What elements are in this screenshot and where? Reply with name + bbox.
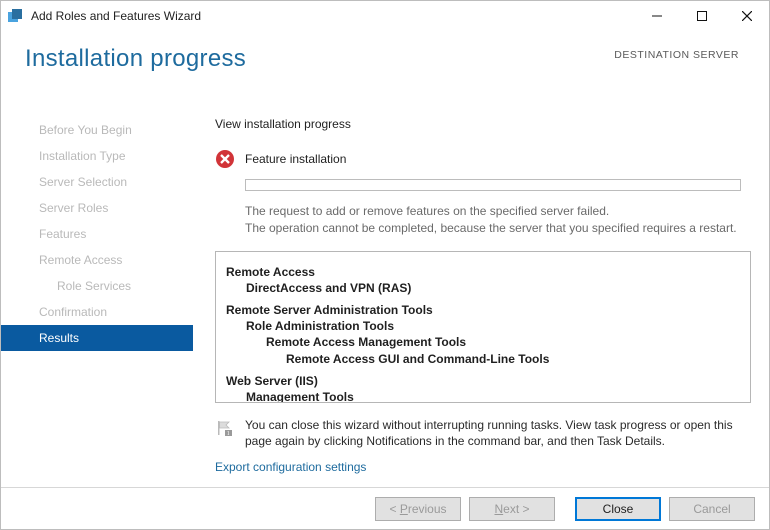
hint-text: You can close this wizard without interr…: [245, 417, 745, 451]
svg-text:1: 1: [227, 431, 230, 437]
body: Before You BeginInstallation TypeServer …: [1, 99, 769, 487]
close-window-button[interactable]: [724, 1, 769, 31]
wizard-step-confirmation: Confirmation: [1, 299, 193, 325]
app-icon: [7, 8, 23, 24]
next-button: Next >: [469, 497, 555, 521]
wizard-step-server-selection: Server Selection: [1, 169, 193, 195]
error-message: The request to add or remove features on…: [245, 203, 751, 237]
error-line-1: The request to add or remove features on…: [245, 203, 743, 220]
maximize-button[interactable]: [679, 1, 724, 31]
feature-item: Remote Access Management Tools: [226, 334, 740, 350]
feature-item: Management Tools: [226, 389, 740, 403]
hint-row: 1 You can close this wizard without inte…: [215, 403, 751, 457]
page-title: Installation progress: [25, 45, 246, 73]
cancel-button: Cancel: [669, 497, 755, 521]
previous-button: < Previous: [375, 497, 461, 521]
header-row: Installation progress DESTINATION SERVER: [1, 31, 769, 77]
wizard-step-server-roles: Server Roles: [1, 195, 193, 221]
titlebar: Add Roles and Features Wizard: [1, 1, 769, 31]
minimize-button[interactable]: [634, 1, 679, 31]
wizard-step-features: Features: [1, 221, 193, 247]
wizard-step-role-services: Role Services: [1, 273, 193, 299]
feature-item: Remote Access GUI and Command-Line Tools: [226, 351, 740, 367]
close-button[interactable]: Close: [575, 497, 661, 521]
content-area: View installation progress Feature insta…: [193, 99, 769, 487]
wizard-step-before-you-begin: Before You Begin: [1, 117, 193, 143]
feature-results-box[interactable]: Remote AccessDirectAccess and VPN (RAS) R…: [215, 251, 751, 403]
error-icon: [215, 149, 235, 169]
wizard-steps-sidebar: Before You BeginInstallation TypeServer …: [1, 99, 193, 487]
error-line-2: The operation cannot be completed, becau…: [245, 220, 743, 237]
export-config-link[interactable]: Export configuration settings: [215, 456, 366, 474]
footer: < Previous Next > Close Cancel: [1, 487, 769, 529]
window-title: Add Roles and Features Wizard: [31, 9, 201, 23]
feature-item: DirectAccess and VPN (RAS): [226, 280, 740, 296]
flag-icon: 1: [215, 419, 233, 437]
section-label: View installation progress: [215, 117, 751, 131]
feature-item: Role Administration Tools: [226, 318, 740, 334]
feature-item: Remote Access: [226, 264, 740, 280]
window-controls: [634, 1, 769, 31]
wizard-step-remote-access: Remote Access: [1, 247, 193, 273]
wizard-step-results[interactable]: Results: [1, 325, 193, 351]
wizard-step-installation-type: Installation Type: [1, 143, 193, 169]
status-text: Feature installation: [245, 152, 346, 166]
destination-server-label: DESTINATION SERVER: [614, 45, 739, 61]
feature-item: Remote Server Administration Tools: [226, 302, 740, 318]
feature-item: Web Server (IIS): [226, 373, 740, 389]
status-row: Feature installation: [215, 149, 751, 169]
progress-bar: [245, 179, 741, 191]
